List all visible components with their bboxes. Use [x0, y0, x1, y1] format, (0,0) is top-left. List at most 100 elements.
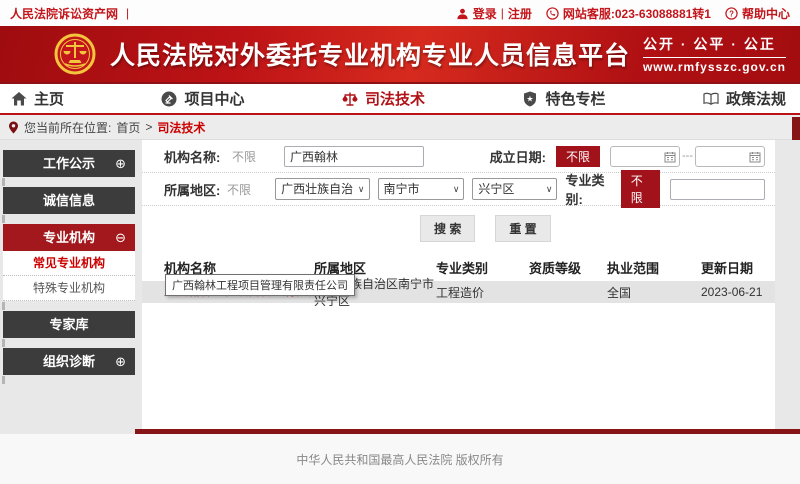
- breadcrumb-separator: >: [145, 120, 152, 134]
- home-icon: [10, 90, 28, 108]
- category-unlimited-button[interactable]: 不限: [621, 170, 660, 208]
- org-name-tooltip: 广西翰林工程项目管理有限责任公司: [165, 274, 355, 296]
- gavel-icon: [160, 90, 178, 108]
- col-header-updated: 更新日期: [701, 258, 775, 277]
- cell-scope: 全国: [607, 284, 701, 301]
- org-name-input[interactable]: [284, 146, 424, 167]
- expand-plus-icon[interactable]: ⊕: [115, 150, 126, 177]
- org-name-unlimited[interactable]: 不限: [232, 148, 284, 165]
- col-header-category: 专业类别: [436, 258, 529, 277]
- topbar-separator: |: [126, 6, 129, 20]
- sidebar-item-label: 专家库: [49, 317, 88, 332]
- nav-item-home[interactable]: 主页: [10, 88, 64, 109]
- phone-icon: [546, 7, 559, 20]
- submenu-item-special-org[interactable]: 特殊专业机构: [3, 276, 135, 301]
- sidebar-submenu: 常见专业机构 特殊专业机构: [3, 251, 135, 301]
- calendar-icon: [664, 151, 676, 163]
- book-icon: [702, 90, 720, 108]
- nav-item-judicial-tech[interactable]: 司法技术: [341, 88, 425, 109]
- copyright-text: 中华人民共和国最高人民法院 版权所有: [296, 451, 503, 468]
- sidebar-item-expert-library[interactable]: 专家库: [3, 311, 135, 338]
- top-utility-bar: 人民法院诉讼资产网 | 登录 | 注册 网站客服:023-63088881转1 …: [0, 0, 800, 26]
- sidebar-gap: [3, 375, 135, 385]
- site-title: 人民法院对外委托专业机构专业人员信息平台: [110, 36, 630, 72]
- cell-category: 工程造价: [436, 284, 529, 301]
- sidebar-item-label: 专业机构: [43, 230, 95, 245]
- sidebar-gap: [3, 301, 135, 311]
- breadcrumb-prefix: 您当前所在位置:: [24, 119, 111, 136]
- form-row-name-date: 机构名称: 不限 成立日期: 不限 ---: [142, 140, 775, 173]
- province-select[interactable]: 广西壮族自治: [275, 178, 369, 200]
- submenu-item-common-org[interactable]: 常见专业机构: [3, 251, 135, 276]
- breadcrumb-home[interactable]: 首页: [116, 119, 140, 136]
- help-center[interactable]: ? 帮助中心: [725, 5, 790, 22]
- sidebar-item-work-publicity[interactable]: 工作公示 ⊕: [3, 150, 135, 177]
- footer: 中华人民共和国最高人民法院 版权所有: [0, 434, 800, 484]
- cell-updated: 2023-06-21: [701, 285, 775, 299]
- breadcrumb-current: 司法技术: [157, 119, 205, 136]
- shield-icon: ★: [521, 90, 539, 108]
- sidebar-gap: [3, 177, 135, 187]
- search-button[interactable]: 搜 索: [420, 215, 475, 242]
- service-phone-text: 网站客服:023-63088881转1: [563, 5, 711, 22]
- date-range-separator: ---: [682, 150, 693, 162]
- founding-date-label: 成立日期:: [490, 147, 546, 166]
- main-content: 工作公示 ⊕ 诚信信息 专业机构 ⊖ 常见专业机构 特殊专业机构 专家库 组: [0, 140, 800, 434]
- date-unlimited-button[interactable]: 不限: [556, 146, 600, 167]
- scales-icon: [341, 90, 359, 108]
- site-banner: 人民法院对外委托专业机构专业人员信息平台 公开 · 公平 · 公正 www.rm…: [0, 26, 800, 82]
- service-phone[interactable]: 网站客服:023-63088881转1: [546, 5, 711, 22]
- svg-text:?: ?: [729, 9, 734, 18]
- site-slogan: 公开 · 公平 · 公正: [643, 34, 786, 58]
- sidebar-item-credit-info[interactable]: 诚信信息: [3, 187, 135, 214]
- register-link[interactable]: 注册: [508, 5, 532, 22]
- region-unlimited[interactable]: 不限: [227, 181, 275, 198]
- form-buttons: 搜 索 重 置: [142, 206, 775, 250]
- district-select[interactable]: 兴宁区: [472, 178, 557, 200]
- site-url: www.rmfysszc.gov.cn: [643, 58, 786, 74]
- nav-item-special-column[interactable]: ★ 特色专栏: [521, 88, 605, 109]
- question-icon: ?: [725, 7, 738, 20]
- region-label: 所属地区:: [164, 180, 227, 199]
- login-link[interactable]: 登录: [473, 5, 497, 22]
- collapse-minus-icon[interactable]: ⊖: [115, 224, 126, 251]
- user-icon: [456, 7, 469, 20]
- sidebar-item-org-diagnosis[interactable]: 组织诊断 ⊕: [3, 348, 135, 375]
- reset-button[interactable]: 重 置: [495, 215, 550, 242]
- login-register[interactable]: 登录 | 注册: [456, 5, 532, 22]
- col-header-grade: 资质等级: [529, 258, 607, 277]
- date-from-input[interactable]: [610, 146, 680, 167]
- sidebar-item-label: 诚信信息: [43, 193, 95, 208]
- nav-label: 司法技术: [365, 88, 425, 109]
- court-emblem-logo: [54, 33, 96, 75]
- date-to-input[interactable]: [695, 146, 765, 167]
- sidebar-item-professional-org[interactable]: 专业机构 ⊖: [3, 224, 135, 251]
- calendar-icon: [749, 151, 761, 163]
- page: 人民法院诉讼资产网 | 登录 | 注册 网站客服:023-63088881转1 …: [0, 0, 800, 484]
- nav-item-policy[interactable]: 政策法规: [702, 88, 786, 109]
- col-header-scope: 执业范围: [607, 258, 701, 277]
- category-input[interactable]: [670, 179, 765, 200]
- login-divider: |: [501, 6, 504, 20]
- org-name-label: 机构名称:: [164, 147, 232, 166]
- help-center-text[interactable]: 帮助中心: [742, 5, 790, 22]
- sidebar: 工作公示 ⊕ 诚信信息 专业机构 ⊖ 常见专业机构 特殊专业机构 专家库 组: [3, 150, 135, 385]
- form-row-region-category: 所属地区: 不限 广西壮族自治 南宁市 兴宁区 专业类别: 不限: [142, 173, 775, 206]
- location-pin-icon: [8, 121, 19, 134]
- svg-text:★: ★: [527, 94, 534, 103]
- main-nav: 主页 项目中心 司法技术 ★ 特色专栏 政策法规: [0, 82, 800, 115]
- search-panel: 机构名称: 不限 成立日期: 不限 --- 所属地区:: [142, 140, 775, 429]
- nav-label: 主页: [34, 88, 64, 109]
- nav-label: 政策法规: [726, 88, 786, 109]
- expand-plus-icon[interactable]: ⊕: [115, 348, 126, 375]
- sidebar-item-label: 工作公示: [43, 156, 95, 171]
- sidebar-item-label: 组织诊断: [43, 354, 95, 369]
- category-label: 专业类别:: [565, 170, 610, 208]
- city-select[interactable]: 南宁市: [378, 178, 465, 200]
- nav-item-project-center[interactable]: 项目中心: [160, 88, 244, 109]
- sidebar-gap: [3, 338, 135, 348]
- sidebar-gap: [3, 214, 135, 224]
- nav-label: 项目中心: [184, 88, 244, 109]
- site-name-link[interactable]: 人民法院诉讼资产网: [10, 5, 118, 22]
- breadcrumb: 您当前所在位置: 首页 > 司法技术: [0, 115, 800, 140]
